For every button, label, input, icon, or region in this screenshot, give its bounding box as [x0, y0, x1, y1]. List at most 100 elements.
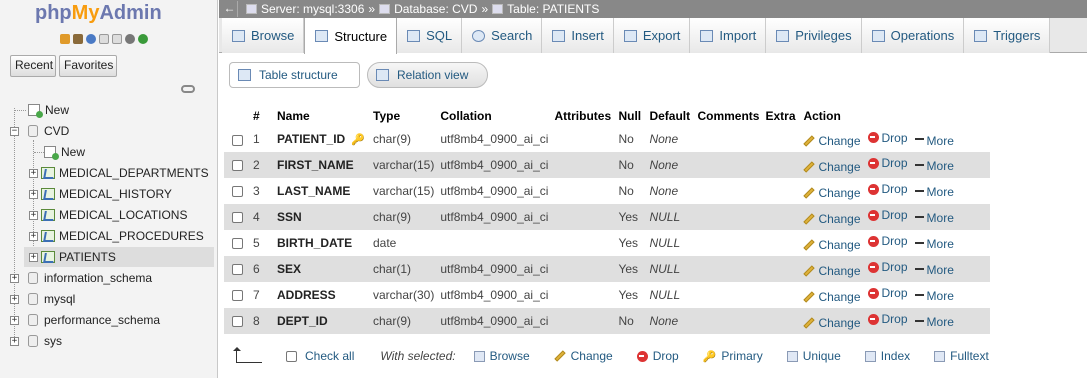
tab-operations[interactable]: Operations	[861, 18, 965, 53]
drop-link[interactable]: Drop	[867, 182, 908, 196]
tree-table-medical-history[interactable]: + MEDICAL_HISTORY	[29, 184, 172, 204]
expand-icon[interactable]: +	[29, 189, 38, 199]
breadcrumb-table[interactable]: Table: PATIENTS	[507, 2, 599, 16]
recent-button[interactable]: Recent	[10, 55, 56, 77]
row-checkbox[interactable]	[231, 316, 243, 328]
row-checkbox[interactable]	[231, 160, 243, 172]
more-dropdown[interactable]: More	[914, 289, 954, 303]
drop-link[interactable]: Drop	[867, 312, 908, 326]
tab-import[interactable]: Import	[690, 18, 767, 53]
cell-name[interactable]: ADDRESS	[274, 282, 370, 308]
row-checkbox[interactable]	[231, 238, 243, 250]
phpmyadmin-logo[interactable]: phpMyAdmin	[35, 2, 162, 25]
bulk-browse-button[interactable]: Browse	[473, 349, 530, 363]
row-checkbox[interactable]	[231, 212, 243, 224]
tab-export[interactable]: Export	[613, 18, 691, 53]
table-structure-button[interactable]: Table structure	[229, 62, 360, 88]
tab-insert[interactable]: Insert	[542, 18, 614, 53]
bulk-primary-button[interactable]: 🔑 Primary	[703, 349, 763, 363]
exit-icon[interactable]	[73, 34, 83, 44]
tree-db-sys[interactable]: + sys	[10, 331, 62, 351]
change-link[interactable]: Change	[803, 212, 861, 226]
row-checkbox[interactable]	[231, 264, 243, 276]
collapse-left-arrow-icon[interactable]: ←	[222, 1, 238, 17]
tree-db-performance-schema[interactable]: + performance_schema	[10, 310, 160, 330]
tree-db-mysql[interactable]: + mysql	[10, 289, 75, 309]
drop-link[interactable]: Drop	[867, 131, 908, 145]
row-checkbox[interactable]	[231, 134, 243, 146]
column-name[interactable]: BIRTH_DATE	[277, 236, 352, 250]
column-name[interactable]: DEPT_ID	[277, 314, 328, 328]
more-dropdown[interactable]: More	[914, 263, 954, 277]
expand-icon[interactable]: +	[10, 336, 19, 346]
cell-name[interactable]: LAST_NAME	[274, 178, 370, 204]
bulk-unique-button[interactable]: Unique	[786, 349, 841, 363]
cell-name[interactable]: SSN	[274, 204, 370, 230]
relation-view-button[interactable]: Relation view	[367, 62, 488, 88]
bulk-fulltext-button[interactable]: Fulltext	[934, 349, 989, 363]
tree-table-medical-departments[interactable]: + MEDICAL_DEPARTMENTS	[29, 163, 209, 183]
more-dropdown[interactable]: More	[914, 315, 954, 329]
check-all-label[interactable]: Check all	[305, 349, 354, 363]
drop-link[interactable]: Drop	[867, 234, 908, 248]
drop-link[interactable]: Drop	[867, 286, 908, 300]
expand-icon[interactable]: +	[10, 294, 19, 304]
tree-table-medical-locations[interactable]: + MEDICAL_LOCATIONS	[29, 205, 187, 225]
tree-new-table[interactable]: New	[34, 142, 85, 162]
reload-icon[interactable]	[138, 34, 148, 44]
expand-icon[interactable]: +	[10, 273, 19, 283]
docs2-icon[interactable]	[112, 34, 122, 44]
change-link[interactable]: Change	[803, 264, 861, 278]
tree-table-patients[interactable]: + PATIENTS	[24, 247, 214, 267]
cell-name[interactable]: DEPT_ID	[274, 308, 370, 334]
favorites-button[interactable]: Favorites	[59, 55, 117, 77]
drop-link[interactable]: Drop	[867, 260, 908, 274]
more-dropdown[interactable]: More	[914, 185, 954, 199]
tab-structure[interactable]: Structure	[304, 18, 398, 54]
link-with-main-panel-icon[interactable]	[181, 85, 195, 93]
row-checkbox[interactable]	[231, 290, 243, 302]
breadcrumb-database[interactable]: Database: CVD	[394, 2, 477, 16]
tree-db-cvd[interactable]: − CVD	[10, 121, 69, 141]
change-link[interactable]: Change	[803, 316, 861, 330]
check-all-checkbox[interactable]	[286, 350, 297, 362]
cell-name[interactable]: BIRTH_DATE	[274, 230, 370, 256]
tree-new-database[interactable]: New	[14, 100, 69, 120]
tab-privileges[interactable]: Privileges	[766, 18, 862, 53]
change-link[interactable]: Change	[803, 238, 861, 252]
change-link[interactable]: Change	[803, 186, 861, 200]
change-link[interactable]: Change	[803, 160, 861, 174]
breadcrumb-server[interactable]: Server: mysql:3306	[261, 2, 364, 16]
expand-icon[interactable]: +	[29, 168, 38, 178]
home-icon[interactable]	[60, 34, 70, 44]
tab-sql[interactable]: SQL	[397, 18, 463, 53]
more-dropdown[interactable]: More	[914, 211, 954, 225]
cell-name[interactable]: FIRST_NAME	[274, 152, 370, 178]
drop-link[interactable]: Drop	[867, 156, 908, 170]
tab-browse[interactable]: Browse	[222, 18, 305, 53]
column-name[interactable]: SEX	[277, 262, 301, 276]
expand-icon[interactable]: +	[29, 252, 38, 262]
tab-search[interactable]: Search	[462, 18, 543, 53]
more-dropdown[interactable]: More	[914, 237, 954, 251]
bulk-drop-button[interactable]: Drop	[636, 349, 679, 363]
tab-triggers[interactable]: Triggers	[964, 18, 1051, 53]
cell-name[interactable]: PATIENT_ID 🔑	[274, 126, 370, 152]
column-name[interactable]: PATIENT_ID	[277, 132, 345, 146]
column-name[interactable]: FIRST_NAME	[277, 158, 354, 172]
more-dropdown[interactable]: More	[914, 134, 954, 148]
expand-icon[interactable]: +	[10, 315, 19, 325]
cell-name[interactable]: SEX	[274, 256, 370, 282]
change-link[interactable]: Change	[803, 290, 861, 304]
settings-gear-icon[interactable]	[125, 34, 135, 44]
column-name[interactable]: LAST_NAME	[277, 184, 350, 198]
bulk-change-button[interactable]: Change	[553, 349, 613, 363]
column-name[interactable]: ADDRESS	[277, 288, 336, 302]
docs-icon[interactable]	[99, 34, 109, 44]
more-dropdown[interactable]: More	[914, 159, 954, 173]
row-checkbox[interactable]	[231, 186, 243, 198]
collapse-icon[interactable]: −	[10, 126, 19, 136]
column-name[interactable]: SSN	[277, 210, 302, 224]
expand-icon[interactable]: +	[29, 210, 38, 220]
change-link[interactable]: Change	[803, 134, 861, 148]
